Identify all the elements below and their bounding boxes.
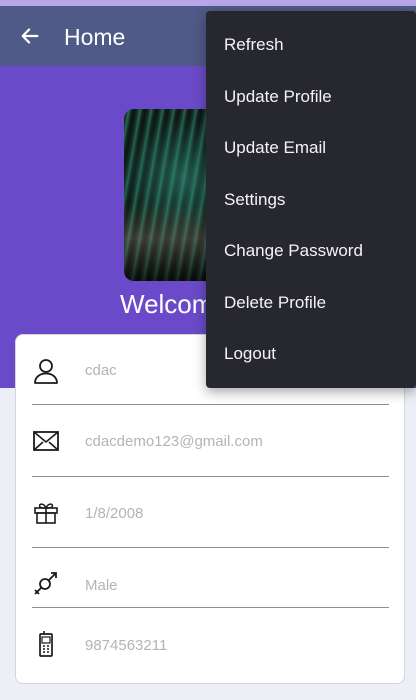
gender-icon [32, 569, 60, 597]
menu-item-settings[interactable]: Settings [206, 175, 416, 225]
envelope-icon [32, 427, 60, 455]
menu-item-update-email[interactable]: Update Email [206, 123, 416, 173]
gender-value[interactable]: Male [85, 577, 118, 595]
name-value[interactable]: cdac [85, 362, 117, 380]
overflow-menu: Refresh Update Profile Update Email Sett… [206, 11, 416, 388]
gift-icon [32, 498, 60, 526]
menu-item-refresh[interactable]: Refresh [206, 20, 416, 70]
menu-item-change-password[interactable]: Change Password [206, 226, 416, 276]
email-value[interactable]: cdacdemo123@gmail.com [85, 433, 263, 451]
user-icon [32, 357, 60, 385]
field-divider [32, 476, 389, 477]
field-divider [32, 547, 389, 548]
phone-value[interactable]: 9874563211 [85, 637, 167, 655]
arrow-left-icon [21, 28, 39, 44]
page-title: Home [64, 24, 126, 50]
field-divider [32, 607, 389, 608]
menu-item-update-profile[interactable]: Update Profile [206, 72, 416, 122]
birthdate-value[interactable]: 1/8/2008 [85, 505, 143, 523]
field-divider [32, 404, 389, 405]
menu-item-logout[interactable]: Logout [206, 329, 416, 379]
back-button[interactable] [12, 18, 48, 54]
mobile-phone-icon [32, 630, 60, 658]
menu-item-delete-profile[interactable]: Delete Profile [206, 278, 416, 328]
